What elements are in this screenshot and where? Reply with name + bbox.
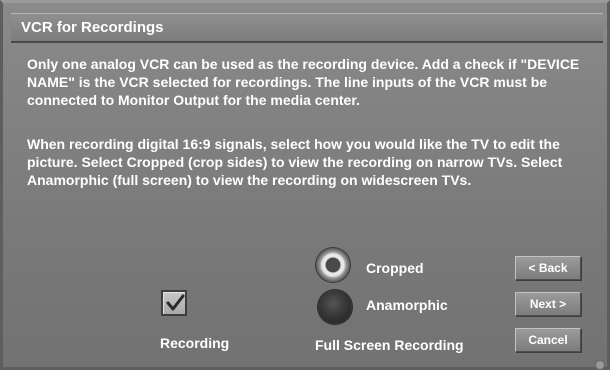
recording-label: Recording (160, 335, 230, 351)
next-button[interactable]: Next > (515, 292, 581, 316)
full-screen-recording-label: Full Screen Recording (315, 337, 464, 353)
back-button[interactable]: < Back (515, 256, 581, 280)
window-title: VCR for Recordings (21, 19, 164, 36)
radio-cropped-label[interactable]: Cropped (366, 260, 424, 276)
dialog-frame: VCR for Recordings Only one analog VCR c… (0, 0, 610, 370)
recording-checkbox[interactable] (161, 290, 187, 316)
checkmark-icon (166, 294, 185, 311)
radio-anamorphic-label[interactable]: Anamorphic (366, 297, 448, 313)
cancel-button[interactable]: Cancel (515, 328, 581, 352)
instructions-paragraph-aspect: When recording digital 16:9 signals, sel… (27, 136, 563, 188)
radio-anamorphic[interactable] (318, 290, 352, 324)
radio-cropped[interactable] (316, 248, 350, 282)
resize-grip-icon (595, 360, 605, 370)
title-bar: VCR for Recordings (11, 13, 603, 43)
instructions-paragraph-vcr: Only one analog VCR can be used as the r… (27, 56, 580, 108)
